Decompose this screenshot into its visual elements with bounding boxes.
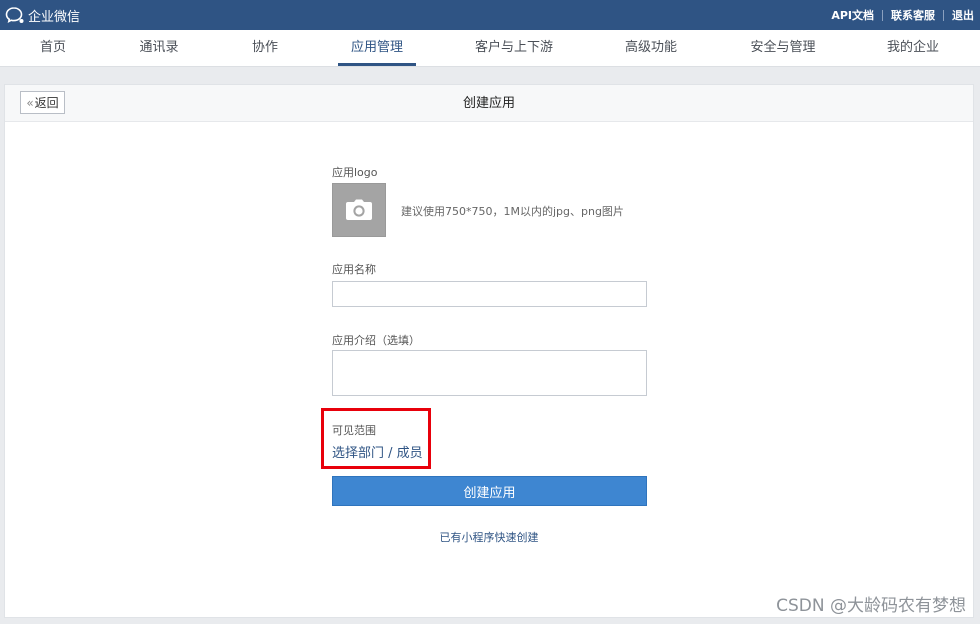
create-app-panel: 创建应用 « 返回 应用logo 建议使用750*750，1M以内的jpg、pn… [4,84,974,618]
nav-item-contacts[interactable]: 通讯录 [128,30,190,66]
app-name-label: 应用名称 [332,263,376,276]
back-button[interactable]: « 返回 [20,91,65,114]
mini-program-quick-create-link[interactable]: 已有小程序快速创建 [5,529,973,545]
brand[interactable]: 企业微信 [5,0,80,30]
nav-item-security[interactable]: 安全与管理 [742,30,824,66]
logo-label: 应用logo [332,166,378,179]
select-department-member-link[interactable]: 选择部门 / 成员 [332,442,423,461]
contact-support-link[interactable]: 联系客服 [891,7,935,23]
panel-header: 创建应用 « 返回 [5,85,973,122]
app-intro-label: 应用介绍（选填） [332,334,420,347]
nav-item-my-company[interactable]: 我的企业 [878,30,948,66]
top-links: API文档 联系客服 退出 [831,0,974,30]
watermark: CSDN @大龄码农有梦想 [776,596,966,616]
nav-item-collaboration[interactable]: 协作 [234,30,296,66]
nav-item-app-management[interactable]: 应用管理 [338,30,416,66]
divider [943,9,944,21]
nav-item-label: 应用管理 [350,40,403,55]
create-app-button[interactable]: 创建应用 [332,476,647,506]
back-button-label: 返回 [34,96,59,110]
top-bar: 企业微信 API文档 联系客服 退出 [0,0,980,30]
logo-upload[interactable] [332,183,386,237]
page-title: 创建应用 [462,96,515,111]
app-intro-textarea[interactable] [332,350,647,396]
app-name-input[interactable] [332,281,647,307]
nav-item-home[interactable]: 首页 [22,30,84,66]
visibility-range-label: 可见范围 [332,424,376,437]
brand-name: 企业微信 [28,9,81,25]
divider [882,9,883,21]
camera-icon [346,199,372,220]
api-docs-link[interactable]: API文档 [831,7,874,23]
main-nav: 首页 通讯录 协作 应用管理 客户与上下游 高级功能 安全与管理 我的企业 [0,30,980,67]
logo-hint: 建议使用750*750，1M以内的jpg、png图片 [401,205,624,218]
wecom-logo-icon [5,7,24,24]
nav-item-customers[interactable]: 客户与上下游 [468,30,560,66]
logout-link[interactable]: 退出 [952,7,974,23]
double-chevron-left-icon: « [26,95,34,110]
nav-item-advanced[interactable]: 高级功能 [614,30,688,66]
active-tab-indicator [338,63,416,66]
